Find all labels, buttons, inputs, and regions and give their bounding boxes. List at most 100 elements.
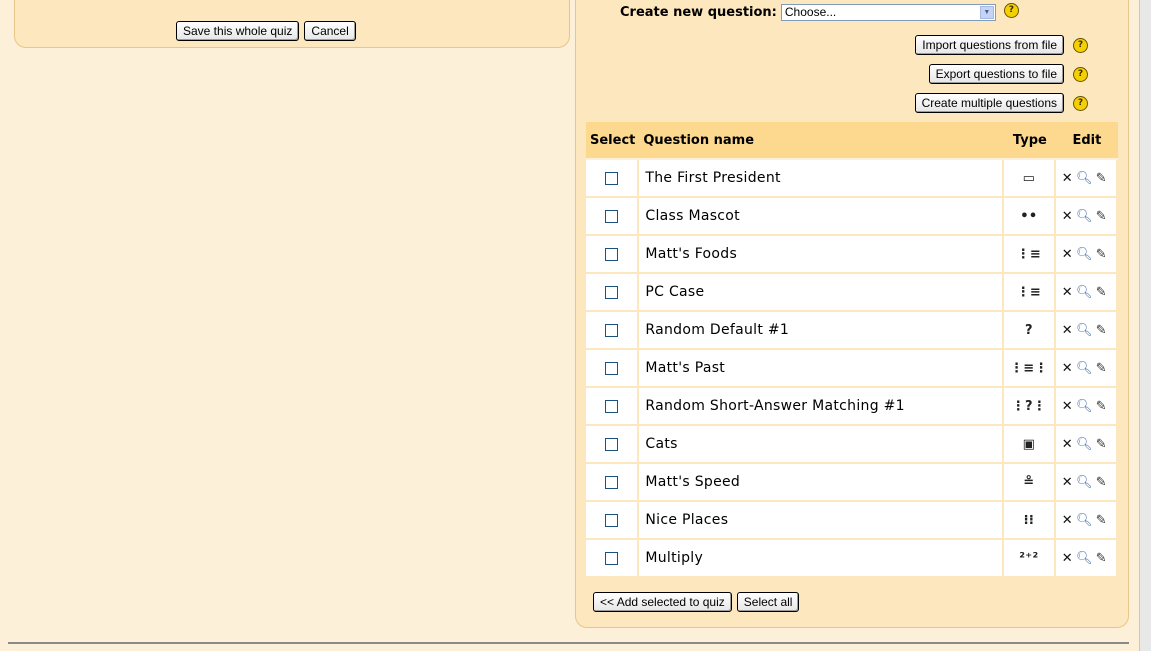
edit-icon[interactable]: ✎	[1096, 437, 1107, 452]
edit-icon[interactable]: ✎	[1096, 513, 1107, 528]
type-cell: ⋮≡	[1003, 236, 1056, 274]
select-checkbox[interactable]	[605, 437, 619, 451]
table-row: The First President ▭ ✕ 🔍︎ ✎	[586, 160, 1118, 198]
help-icon[interactable]: ?	[1003, 3, 1019, 18]
multiple-choice-icon: ⋮≡	[1016, 247, 1042, 262]
delete-icon[interactable]: ✕	[1062, 285, 1073, 300]
type-cell: ²⁺²	[1003, 540, 1056, 578]
select-cell	[586, 426, 640, 464]
table-row: Nice Places ⁝⁝ ✕ 🔍︎ ✎	[586, 502, 1118, 540]
edit-cell: ✕ 🔍︎ ✎	[1055, 426, 1118, 464]
create-question-label: Create new question:	[620, 5, 777, 20]
quiz-actions: Save this whole quiz Cancel	[176, 21, 356, 41]
edit-cell: ✕ 🔍︎ ✎	[1055, 464, 1118, 502]
delete-icon[interactable]: ✕	[1062, 209, 1073, 224]
create-multiple-questions-button[interactable]: Create multiple questions	[914, 93, 1064, 113]
preview-icon[interactable]: 🔍︎	[1076, 475, 1093, 490]
table-header-row: Select Question name Type Edit	[586, 122, 1118, 160]
edit-cell: ✕ 🔍︎ ✎	[1055, 312, 1118, 350]
edit-icon[interactable]: ✎	[1096, 209, 1107, 224]
select-checkbox[interactable]	[605, 361, 619, 375]
delete-icon[interactable]: ✕	[1062, 361, 1073, 376]
select-checkbox[interactable]	[605, 247, 619, 261]
delete-icon[interactable]: ✕	[1062, 475, 1073, 490]
import-questions-button[interactable]: Import questions from file	[915, 35, 1064, 55]
edit-icon[interactable]: ✎	[1096, 361, 1107, 376]
preview-icon[interactable]: 🔍︎	[1076, 209, 1093, 224]
edit-icon[interactable]: ✎	[1096, 323, 1107, 338]
type-cell: ⋮≡⋮	[1003, 350, 1056, 388]
select-cell	[586, 274, 640, 312]
name-column-header[interactable]: Question name	[639, 122, 1004, 160]
question-table: Select Question name Type Edit The First…	[586, 122, 1118, 578]
select-cell	[586, 388, 640, 426]
preview-icon[interactable]: 🔍︎	[1076, 361, 1093, 376]
edit-icon[interactable]: ✎	[1096, 285, 1107, 300]
edit-cell: ✕ 🔍︎ ✎	[1055, 502, 1118, 540]
description-icon: ▣	[1022, 437, 1036, 452]
select-all-button[interactable]: Select all	[736, 592, 800, 612]
delete-icon[interactable]: ✕	[1062, 399, 1073, 414]
cloze-icon: ⁝⁝	[1023, 513, 1035, 528]
table-row: Class Mascot •• ✕ 🔍︎ ✎	[586, 198, 1118, 236]
type-cell: ▭	[1003, 160, 1056, 198]
table-row: Matt's Speed ≗ ✕ 🔍︎ ✎	[586, 464, 1118, 502]
type-cell: ⋮?⋮	[1003, 388, 1056, 426]
edit-cell: ✕ 🔍︎ ✎	[1055, 160, 1118, 198]
chevron-down-icon[interactable]: ▼	[979, 6, 994, 19]
select-checkbox[interactable]	[605, 513, 619, 527]
edit-icon[interactable]: ✎	[1096, 171, 1107, 186]
delete-icon[interactable]: ✕	[1062, 323, 1073, 338]
type-column-header: Type	[1003, 122, 1056, 160]
edit-icon[interactable]: ✎	[1096, 399, 1107, 414]
type-cell: ••	[1003, 198, 1056, 236]
table-row: Matt's Foods ⋮≡ ✕ 🔍︎ ✎	[586, 236, 1118, 274]
type-cell: ≗	[1003, 464, 1056, 502]
edit-icon[interactable]: ✎	[1096, 475, 1107, 490]
preview-icon[interactable]: 🔍︎	[1076, 513, 1093, 528]
select-checkbox[interactable]	[605, 551, 619, 565]
edit-cell: ✕ 🔍︎ ✎	[1055, 198, 1118, 236]
edit-cell: ✕ 🔍︎ ✎	[1055, 350, 1118, 388]
select-checkbox[interactable]	[605, 323, 619, 337]
question-name: Random Short-Answer Matching #1	[639, 388, 1004, 426]
preview-icon[interactable]: 🔍︎	[1076, 285, 1093, 300]
preview-icon[interactable]: 🔍︎	[1076, 171, 1093, 186]
edit-icon[interactable]: ✎	[1096, 247, 1107, 262]
select-checkbox[interactable]	[605, 171, 619, 185]
numerical-icon: ≗	[1023, 475, 1035, 490]
cancel-button[interactable]: Cancel	[304, 21, 356, 41]
help-icon[interactable]: ?	[1073, 37, 1088, 53]
edit-icon[interactable]: ✎	[1096, 551, 1107, 566]
add-selected-to-quiz-button[interactable]: << Add selected to quiz	[593, 592, 732, 612]
help-icon[interactable]: ?	[1073, 95, 1088, 111]
delete-icon[interactable]: ✕	[1062, 513, 1073, 528]
scrollbar-track[interactable]	[1139, 0, 1151, 651]
question-type-select[interactable]: Choose... ▼	[780, 4, 996, 21]
help-icon[interactable]: ?	[1073, 66, 1088, 82]
question-type-selected: Choose...	[784, 5, 837, 19]
multiple-choice-icon: ⋮≡	[1016, 285, 1042, 300]
preview-icon[interactable]: 🔍︎	[1076, 323, 1093, 338]
preview-icon[interactable]: 🔍︎	[1076, 247, 1093, 262]
question-list: The First President ▭ ✕ 🔍︎ ✎ Class Mascot …	[586, 160, 1118, 578]
select-checkbox[interactable]	[605, 285, 619, 299]
edit-cell: ✕ 🔍︎ ✎	[1055, 236, 1118, 274]
delete-icon[interactable]: ✕	[1062, 551, 1073, 566]
preview-icon[interactable]: 🔍︎	[1076, 399, 1093, 414]
select-checkbox[interactable]	[605, 209, 619, 223]
select-checkbox[interactable]	[605, 399, 619, 413]
delete-icon[interactable]: ✕	[1062, 171, 1073, 186]
export-questions-button[interactable]: Export questions to file	[928, 64, 1064, 84]
save-quiz-button[interactable]: Save this whole quiz	[176, 21, 300, 41]
preview-icon[interactable]: 🔍︎	[1076, 551, 1093, 566]
select-cell	[586, 350, 640, 388]
question-name: Nice Places	[639, 502, 1004, 540]
delete-icon[interactable]: ✕	[1062, 437, 1073, 452]
footer-divider	[8, 642, 1129, 644]
select-checkbox[interactable]	[605, 475, 619, 489]
table-row: Random Short-Answer Matching #1 ⋮?⋮ ✕ 🔍︎ ✎	[586, 388, 1118, 426]
edit-cell: ✕ 🔍︎ ✎	[1055, 274, 1118, 312]
delete-icon[interactable]: ✕	[1062, 247, 1073, 262]
preview-icon[interactable]: 🔍︎	[1076, 437, 1093, 452]
